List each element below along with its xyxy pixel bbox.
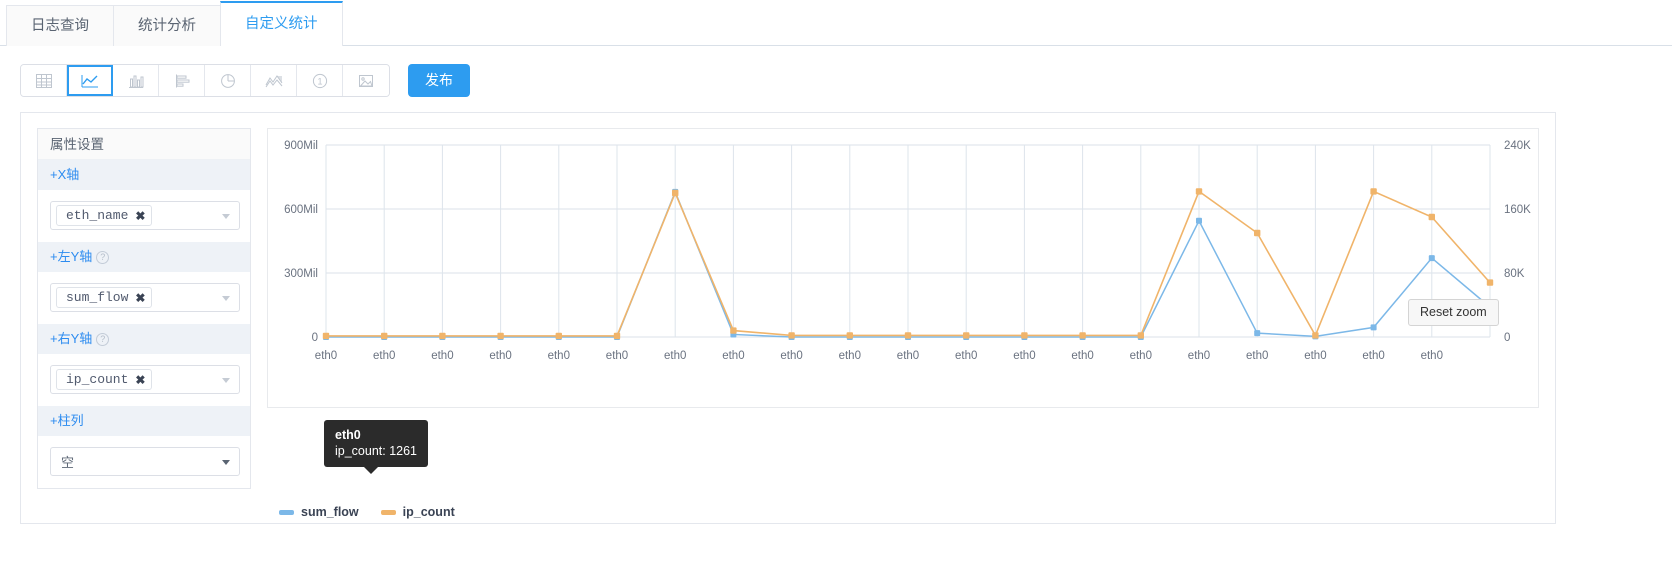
chart-legend: sum_flow ip_count [279,505,455,519]
x-axis-select[interactable]: eth_name ✖ [50,201,240,230]
content-frame: 属性设置 +X轴 eth_name ✖ +左Y轴 ? sum_flow ✖ +右… [20,112,1556,524]
horizontal-bar-chart-icon[interactable] [159,65,205,96]
svg-text:eth0: eth0 [1013,350,1035,362]
legend-swatch-sum-flow [279,509,294,515]
svg-text:eth0: eth0 [373,350,395,362]
x-axis-tag: eth_name ✖ [56,205,153,226]
reset-zoom-button[interactable]: Reset zoom [1408,299,1499,326]
svg-text:eth0: eth0 [1362,350,1384,362]
area-chart-icon[interactable] [251,65,297,96]
left-y-axis-select[interactable]: sum_flow ✖ [50,283,240,312]
svg-text:eth0: eth0 [664,350,686,362]
line-chart-canvas[interactable]: 0 0 300Mil 80K 600Mil 160K 900Mil 240K eth0 eth0 e… [268,129,1538,407]
legend-item-ip-count[interactable]: ip_count [380,505,455,519]
map-chart-icon[interactable] [343,65,389,96]
single-number-icon[interactable]: 1 [297,65,343,96]
section-body-x-axis: eth_name ✖ [38,190,250,242]
chevron-down-icon [222,295,230,301]
tooltip-value: ip_count: 1261 [335,444,418,458]
section-label-x-axis: +X轴 [50,167,80,182]
left-y-axis-tag-label: sum_flow [66,290,129,305]
legend-label-ip-count: ip_count [402,505,455,519]
tab-list: 日志查询 统计分析 自定义统计 [6,1,343,46]
svg-text:eth0: eth0 [1304,350,1326,362]
svg-text:600Mil: 600Mil [284,204,318,216]
pie-chart-icon[interactable] [205,65,251,96]
legend-swatch-ip-count [380,509,396,515]
svg-text:240K: 240K [1504,140,1531,152]
line-chart-icon[interactable] [67,65,113,96]
chart-card: 0 0 300Mil 80K 600Mil 160K 900Mil 240K eth0 eth0 e… [267,128,1539,408]
app-root: 日志查询 统计分析 自定义统计 1 发布 属性设置 +X轴 eth_name ✖… [0,0,1672,573]
svg-text:0: 0 [1504,332,1510,344]
section-label-left-y-axis: +左Y轴 [50,249,93,264]
svg-text:eth0: eth0 [1246,350,1268,362]
svg-text:eth0: eth0 [315,350,337,362]
legend-item-sum-flow[interactable]: sum_flow [279,505,359,519]
column-chart-icon[interactable] [113,65,159,96]
chevron-down-icon [222,213,230,219]
chart-tooltip: eth0 ip_count: 1261 [324,420,429,474]
left-y-axis-tag: sum_flow ✖ [56,287,153,308]
tab-bar: 日志查询 统计分析 自定义统计 [0,0,1672,46]
x-axis-tag-label: eth_name [66,208,129,223]
section-header-x-axis[interactable]: +X轴 [38,160,250,190]
left-y-axis-tag-remove-icon[interactable]: ✖ [135,291,145,305]
chart-type-group: 1 [20,64,390,97]
legend-label-sum-flow: sum_flow [301,505,359,519]
right-y-axis-tag-label: ip_count [66,372,129,387]
help-icon-left-y-axis[interactable]: ? [96,250,110,264]
right-y-axis-tag-remove-icon[interactable]: ✖ [135,373,145,387]
section-label-column-series: +柱列 [50,413,84,428]
column-series-select[interactable]: 空 [50,447,240,476]
svg-text:eth0: eth0 [780,350,802,362]
svg-text:1: 1 [317,76,322,86]
svg-text:eth0: eth0 [606,350,628,362]
tooltip-arrow [364,467,378,474]
svg-text:80K: 80K [1504,268,1525,280]
x-axis-tag-remove-icon[interactable]: ✖ [135,209,145,223]
section-header-left-y-axis[interactable]: +左Y轴 ? [38,242,250,272]
section-body-left-y-axis: sum_flow ✖ [38,272,250,324]
right-y-axis-tag: ip_count ✖ [56,369,153,390]
chevron-down-icon [222,377,230,383]
section-header-column-series[interactable]: +柱列 [38,406,250,436]
tab-custom-statistics[interactable]: 自定义统计 [220,1,343,46]
svg-text:eth0: eth0 [839,350,861,362]
svg-text:eth0: eth0 [1188,350,1210,362]
svg-text:eth0: eth0 [489,350,511,362]
chevron-down-icon [222,459,230,465]
table-chart-icon[interactable] [21,65,67,96]
svg-text:eth0: eth0 [722,350,744,362]
settings-panel-title: 属性设置 [38,129,250,160]
tab-log-query[interactable]: 日志查询 [6,5,114,46]
svg-text:eth0: eth0 [1130,350,1152,362]
chart-type-toolbar: 1 发布 [20,64,470,97]
section-body-column-series: 空 [38,436,250,488]
svg-text:0: 0 [312,332,318,344]
section-body-right-y-axis: ip_count ✖ [38,354,250,406]
svg-text:eth0: eth0 [955,350,977,362]
attribute-settings-panel: 属性设置 +X轴 eth_name ✖ +左Y轴 ? sum_flow ✖ +右… [37,128,251,489]
section-header-right-y-axis[interactable]: +右Y轴 ? [38,324,250,354]
svg-text:eth0: eth0 [431,350,453,362]
right-y-axis-select[interactable]: ip_count ✖ [50,365,240,394]
svg-text:eth0: eth0 [1071,350,1093,362]
section-label-right-y-axis: +右Y轴 [50,331,93,346]
svg-text:eth0: eth0 [897,350,919,362]
svg-text:eth0: eth0 [548,350,570,362]
tooltip-title: eth0 [335,428,361,442]
column-series-value: 空 [61,455,75,470]
svg-text:900Mil: 900Mil [284,140,318,152]
tab-statistics-analysis[interactable]: 统计分析 [113,5,221,46]
svg-text:300Mil: 300Mil [284,268,318,280]
svg-text:eth0: eth0 [1421,350,1443,362]
publish-button[interactable]: 发布 [408,64,470,97]
svg-text:160K: 160K [1504,204,1531,216]
help-icon-right-y-axis[interactable]: ? [96,332,110,346]
